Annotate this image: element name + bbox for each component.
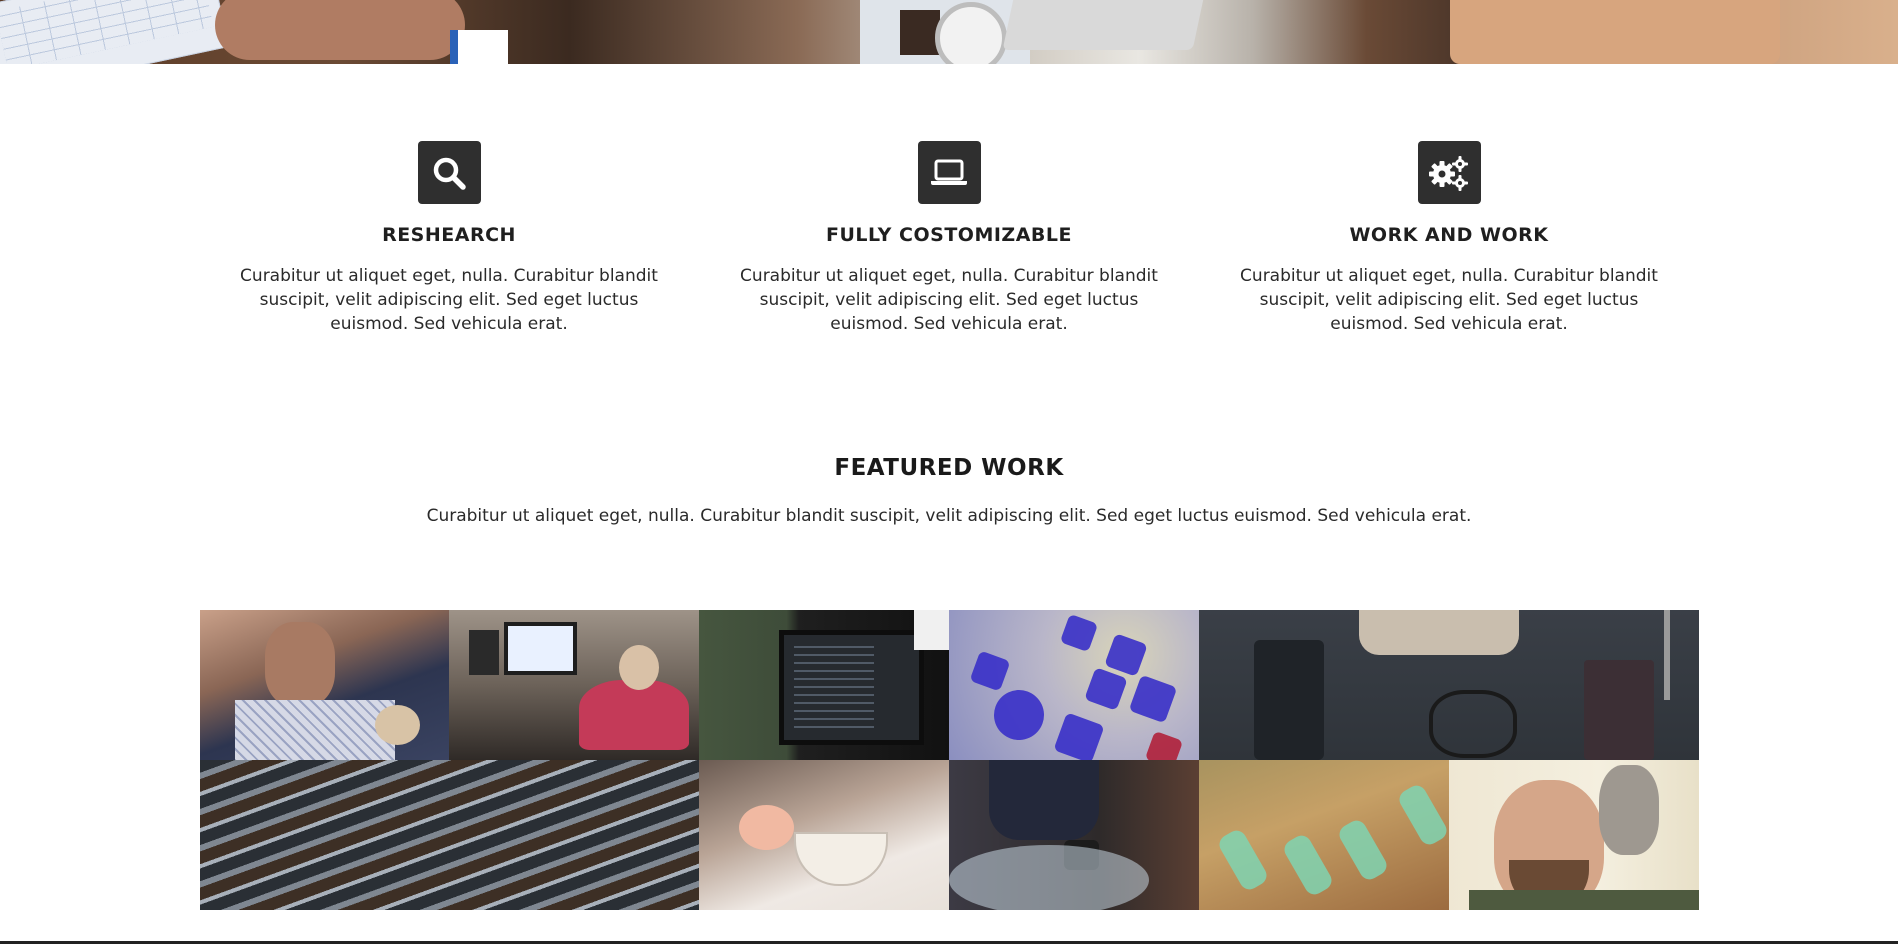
- photo-detail: [969, 650, 1011, 692]
- laptop-icon: [917, 141, 981, 204]
- photo-detail: [779, 630, 924, 745]
- feature-text: Curabitur ut aliquet eget, nulla. Curabi…: [740, 266, 1158, 334]
- photo-detail: [739, 805, 794, 850]
- gallery-item-green-bottles[interactable]: [1199, 760, 1449, 910]
- hero-laptop: [1002, 0, 1208, 50]
- photo-detail: [469, 630, 499, 675]
- hero-document: [0, 0, 230, 64]
- feature-text: Curabitur ut aliquet eget, nulla. Curabi…: [1240, 266, 1658, 334]
- gallery-item-water-texture[interactable]: [200, 760, 699, 910]
- feature-title: WORK AND WORK: [1349, 224, 1549, 246]
- photo-detail: [1584, 660, 1654, 760]
- photo-detail: [1084, 667, 1128, 711]
- photo-detail: [1359, 610, 1519, 655]
- photo-detail: [1469, 890, 1699, 910]
- portfolio-gallery: [200, 610, 1699, 910]
- photo-detail: [1429, 690, 1517, 758]
- photo-detail: [504, 622, 577, 675]
- search-icon: [417, 141, 481, 204]
- photo-detail: [579, 680, 689, 750]
- photo-detail: [986, 682, 1052, 748]
- featured-work-title: FEATURED WORK: [834, 455, 1064, 481]
- photo-detail: [235, 700, 395, 760]
- photo-detail: [1280, 832, 1336, 898]
- hero-watch-strap: [900, 10, 940, 55]
- gallery-item-person-at-monitor[interactable]: [699, 610, 949, 760]
- feature-text: Curabitur ut aliquet eget, nulla. Curabi…: [240, 266, 658, 334]
- photo-detail: [949, 845, 1149, 910]
- feature-research: RESHEARCH Curabitur ut aliquet eget, nul…: [219, 141, 679, 336]
- photo-detail: [375, 705, 420, 745]
- feature-title: RESHEARCH: [382, 224, 516, 246]
- photo-detail: [1599, 765, 1659, 855]
- hero-cuff: [450, 30, 508, 64]
- feature-title: FULLY COSTOMIZABLE: [826, 224, 1072, 246]
- photo-detail: [1395, 782, 1449, 848]
- feature-work: WORK AND WORK Curabitur ut aliquet eget,…: [1219, 141, 1679, 336]
- gallery-item-teacup[interactable]: [699, 760, 949, 910]
- photo-detail: [1104, 633, 1148, 677]
- photo-detail: [914, 610, 949, 650]
- photo-detail: [794, 832, 888, 886]
- photo-detail: [619, 645, 659, 690]
- gallery-item-smoke-worker[interactable]: [949, 760, 1199, 910]
- photo-detail: [265, 622, 335, 707]
- gallery-item-man-with-cat[interactable]: [1449, 760, 1699, 910]
- photo-detail: [1059, 613, 1099, 653]
- hero-banner-image: [0, 0, 1898, 64]
- gallery-item-blue-dice[interactable]: [949, 610, 1199, 760]
- hero-hand: [215, 0, 465, 60]
- gallery-item-gamer-at-desk[interactable]: [449, 610, 699, 760]
- photo-detail: [1335, 817, 1391, 883]
- gallery-item-desk-flatlay[interactable]: [1199, 610, 1699, 760]
- hero-watch: [935, 2, 1007, 64]
- photo-detail: [989, 760, 1099, 840]
- feature-customizable: FULLY COSTOMIZABLE Curabitur ut aliquet …: [719, 141, 1179, 336]
- photo-detail: [1053, 712, 1105, 760]
- featured-work-description: Curabitur ut aliquet eget, nulla. Curabi…: [426, 506, 1472, 526]
- gallery-item-man-with-kitten[interactable]: [200, 610, 449, 760]
- photo-detail: [1664, 610, 1670, 700]
- gears-icon: [1417, 141, 1481, 204]
- photo-detail: [1144, 730, 1184, 760]
- photo-detail: [1254, 640, 1324, 760]
- hero-notebook: [1450, 0, 1780, 64]
- photo-detail: [1215, 827, 1271, 893]
- photo-detail: [1128, 674, 1178, 724]
